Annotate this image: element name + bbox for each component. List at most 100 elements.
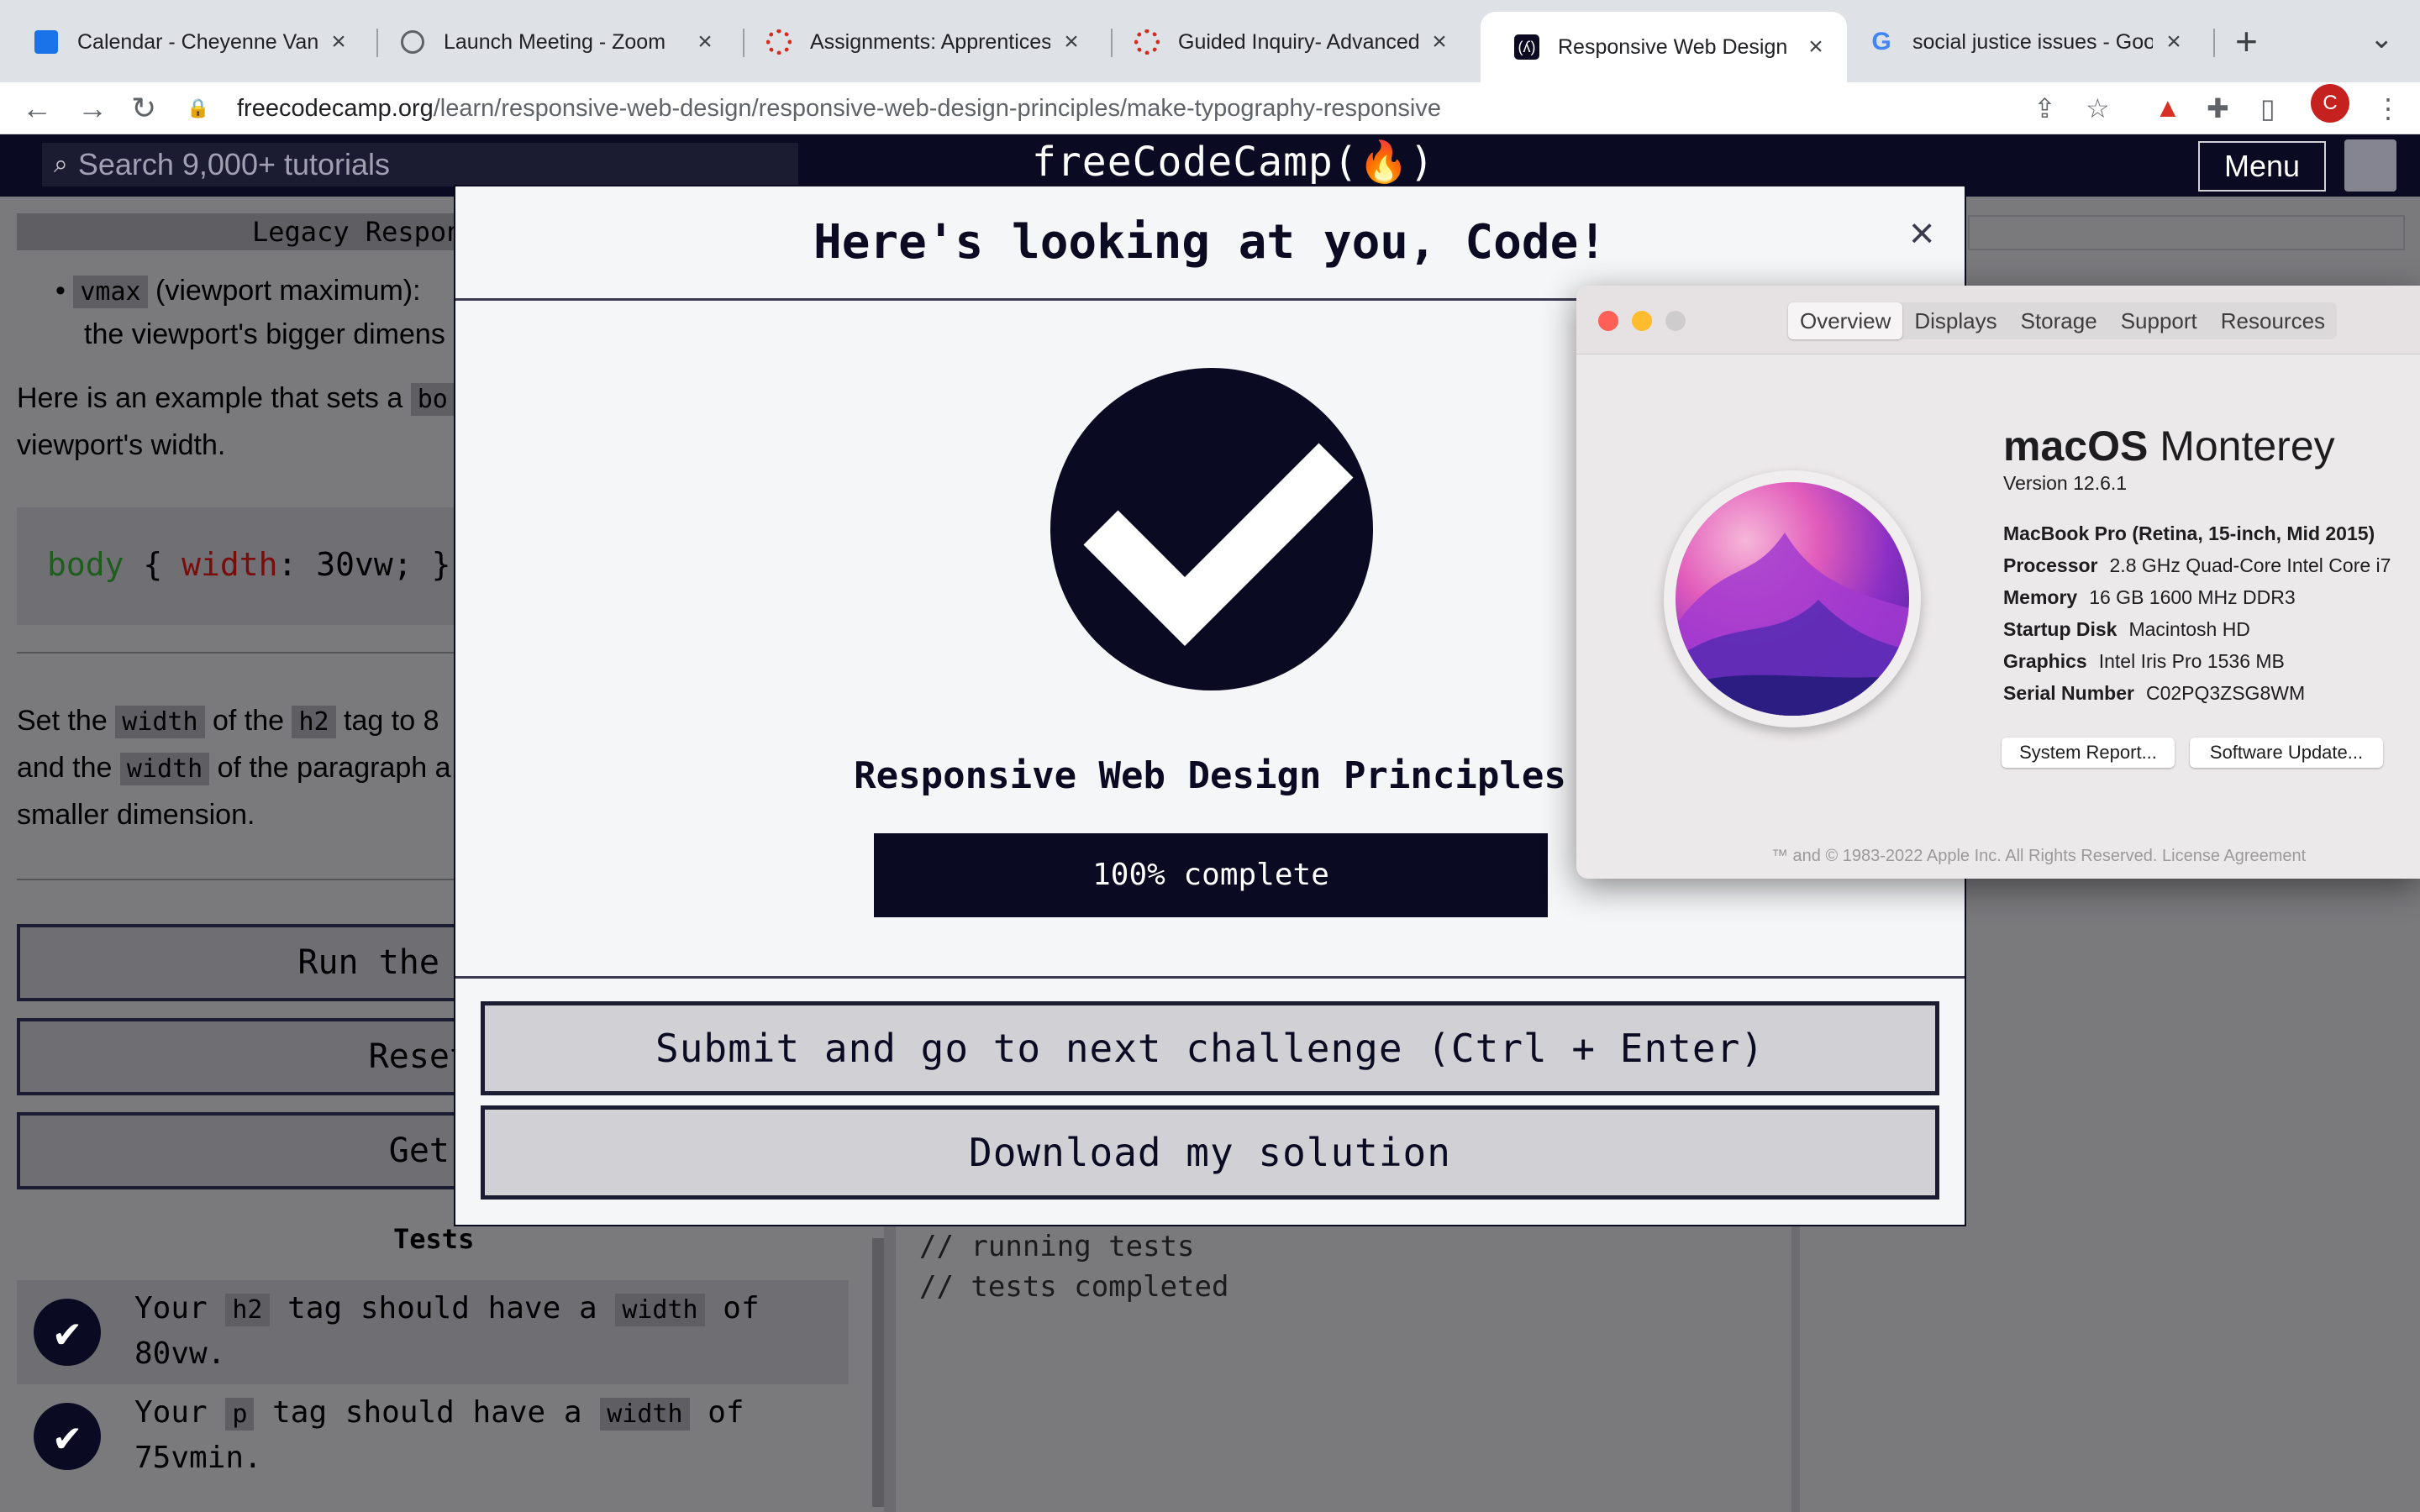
code-property: width: [182, 546, 278, 583]
spec-value: Intel Iris Pro 1536 MB: [2098, 650, 2285, 672]
tab-close-icon[interactable]: ×: [692, 28, 718, 56]
spec-value: C02PQ3ZSG8WM: [2145, 682, 2306, 704]
url-path: /learn/responsive-web-design/responsive-…: [433, 94, 1442, 122]
code-selector: body: [47, 546, 124, 583]
example-line-1: Here is an example that sets a bo: [17, 375, 455, 423]
close-window-button[interactable]: [1598, 311, 1618, 331]
check-circle-icon: ✔: [34, 1299, 101, 1366]
spec-memory: Memory 16 GB 1600 MHz DDR3: [2003, 586, 2296, 609]
browser-tab-guided-inquiry[interactable]: Guided Inquiry- Advanced ×: [1101, 12, 1470, 72]
test-text: of: [704, 1291, 760, 1326]
browser-tab-strip: Calendar - Cheyenne Vang × Launch Meetin…: [0, 0, 2420, 82]
extensions-puzzle-icon[interactable]: ✚: [2207, 92, 2229, 124]
tab-title: Launch Meeting - Zoom: [444, 29, 666, 54]
test-text: tag should have a: [254, 1395, 601, 1430]
url-domain: freecodecamp.org: [237, 94, 434, 122]
tab-close-icon[interactable]: ×: [1059, 28, 1084, 56]
about-this-mac-window: Overview Displays Storage Support Resour…: [1576, 286, 2420, 879]
spec-label: Startup Disk: [2003, 618, 2118, 640]
copyright-footer: ™ and © 1983-2022 Apple Inc. All Rights …: [1771, 847, 2307, 865]
spec-value: 16 GB 1600 MHz DDR3: [2089, 586, 2296, 608]
bookmark-star-icon[interactable]: ☆: [2086, 92, 2110, 124]
side-panel-icon[interactable]: ▯: [2260, 92, 2275, 124]
task-text: tag to 8: [335, 705, 439, 737]
google-icon: G: [1871, 28, 1891, 55]
console-line: // running tests: [919, 1230, 1195, 1263]
tab-title: Guided Inquiry- Advanced: [1178, 29, 1418, 54]
browser-tab-assignments[interactable]: Assignments: Apprentices ×: [733, 12, 1102, 72]
minimize-window-button[interactable]: [1632, 311, 1652, 331]
browser-tab-fcc-active[interactable]: (ʎ) Responsive Web Design Pri ×: [1481, 12, 1847, 82]
modal-title: Here's looking at you, Code!: [813, 215, 1607, 270]
tab-storage[interactable]: Storage: [2009, 302, 2109, 339]
kebab-menu-icon[interactable]: ⋮: [2375, 92, 2402, 124]
inline-code: p: [225, 1398, 255, 1431]
user-avatar[interactable]: [2344, 139, 2396, 192]
globe-icon: [400, 29, 425, 55]
profile-avatar[interactable]: C: [2311, 84, 2349, 123]
reload-icon[interactable]: ↻: [131, 91, 156, 126]
inline-code: width: [115, 706, 205, 738]
tab-close-icon[interactable]: ×: [2161, 28, 2186, 56]
bullet-dot: •: [55, 275, 74, 307]
extension-lighthouse-icon[interactable]: ▲: [2154, 92, 2181, 123]
spec-label: Graphics: [2003, 650, 2087, 672]
browser-tab-calendar[interactable]: Calendar - Cheyenne Vang ×: [0, 12, 370, 72]
search-input[interactable]: ⌕ Search 9,000+ tutorials: [42, 143, 798, 186]
fcc-logo[interactable]: freeCodeCamp(🔥): [1032, 138, 1434, 186]
spec-value: 2.8 GHz Quad-Core Intel Core i7: [2109, 554, 2391, 576]
calendar-icon: [34, 29, 59, 55]
share-icon[interactable]: ⇪: [2033, 92, 2056, 124]
spec-processor: Processor 2.8 GHz Quad-Core Intel Core i7: [2003, 554, 2391, 577]
tab-displays[interactable]: Displays: [1902, 302, 2008, 339]
inline-code: width: [119, 753, 210, 785]
spec-label: Processor: [2003, 554, 2098, 576]
close-icon[interactable]: ×: [1909, 208, 1934, 259]
freecodecamp-icon: (ʎ): [1514, 34, 1539, 60]
zoom-window-button: [1665, 311, 1686, 331]
window-titlebar: Overview Displays Storage Support Resour…: [1576, 286, 2420, 354]
bullet-line-2: the viewport's bigger dimens: [84, 318, 445, 350]
download-solution-button[interactable]: Download my solution: [481, 1105, 1939, 1200]
lesson-scrollbar[interactable]: [872, 1238, 884, 1507]
os-name: macOS Monterey: [2003, 422, 2335, 470]
monterey-artwork: [1676, 482, 1909, 716]
new-tab-icon[interactable]: +: [2235, 18, 2258, 64]
task-text: of the: [204, 705, 292, 737]
tab-title: Assignments: Apprentices: [810, 29, 1050, 54]
tab-close-icon[interactable]: ×: [1803, 33, 1828, 61]
test-text: tag should have a: [269, 1291, 616, 1326]
inline-code: vmax: [73, 276, 148, 308]
tab-close-icon[interactable]: ×: [326, 28, 351, 56]
tab-title: social justice issues - Goog: [1912, 29, 2153, 54]
system-report-button[interactable]: System Report...: [2002, 738, 2175, 768]
tab-title: Calendar - Cheyenne Vang: [77, 29, 318, 54]
address-bar[interactable]: 🔒 freecodecamp.org/learn/responsive-web-…: [187, 87, 2136, 129]
chevron-down-icon[interactable]: ⌄: [2370, 22, 2394, 55]
tab-overview[interactable]: Overview: [1788, 302, 1903, 339]
browser-tab-google[interactable]: G social justice issues - Goog ×: [1835, 12, 2205, 72]
code-brace: {: [124, 546, 182, 583]
task-line-3: smaller dimension.: [17, 799, 255, 831]
code-value: : 30vw; }: [277, 546, 451, 583]
menu-button[interactable]: Menu: [2198, 141, 2326, 192]
back-arrow-icon[interactable]: ←: [22, 91, 52, 126]
forward-arrow-icon[interactable]: →: [77, 91, 108, 126]
inline-code: width: [615, 1294, 705, 1326]
tab-support[interactable]: Support: [2109, 302, 2209, 339]
about-tab-bar: Overview Displays Storage Support Resour…: [1788, 302, 2338, 339]
console-line: // tests completed: [919, 1270, 1229, 1304]
spec-label: Memory: [2003, 586, 2078, 608]
example-text: Here is an example that sets a: [17, 382, 411, 414]
browser-tab-zoom[interactable]: Launch Meeting - Zoom ×: [366, 12, 736, 72]
inline-code: h2: [292, 706, 336, 738]
tab-resources[interactable]: Resources: [2209, 302, 2337, 339]
os-version: Version 12.6.1: [2003, 472, 2128, 494]
canvas-icon: [1134, 29, 1160, 55]
submit-next-challenge-button[interactable]: Submit and go to next challenge (Ctrl + …: [481, 1001, 1939, 1095]
software-update-button[interactable]: Software Update...: [2190, 738, 2383, 768]
modal-divider: [455, 976, 1965, 979]
tab-close-icon[interactable]: ×: [1427, 28, 1452, 56]
model-name: MacBook Pro (Retina, 15-inch, Mid 2015): [2003, 522, 2375, 544]
task-text: of the paragraph a: [209, 752, 451, 784]
